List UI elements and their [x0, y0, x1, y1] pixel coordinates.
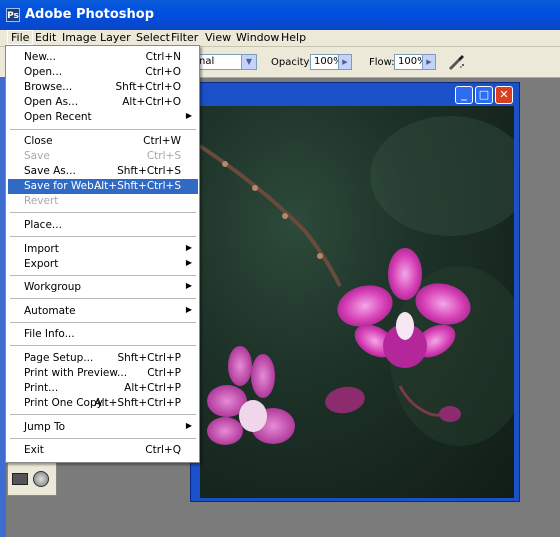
- submenu-arrow-icon: ▶: [185, 421, 192, 430]
- close-button[interactable]: ✕: [495, 86, 513, 104]
- menu-item-page-setup[interactable]: Page Setup... Shft+Ctrl+P: [8, 351, 198, 366]
- submenu-arrow-icon: ▶: [185, 111, 192, 120]
- opacity-field[interactable]: 100% ▶: [310, 54, 352, 70]
- menu-separator: [10, 212, 196, 213]
- menu-item-automate[interactable]: Automate ▶: [8, 304, 198, 319]
- menu-image[interactable]: Image: [59, 31, 99, 44]
- menu-edit[interactable]: Edit: [32, 31, 59, 44]
- menu-window[interactable]: Window: [233, 31, 282, 44]
- menu-layer[interactable]: Layer: [97, 31, 134, 44]
- menu-filter[interactable]: Filter: [168, 31, 201, 44]
- menu-separator: [10, 438, 196, 439]
- menu-item-revert: Revert: [24, 195, 59, 207]
- menu-item-exit[interactable]: Exit Ctrl+Q: [8, 443, 198, 458]
- menu-item-file-info[interactable]: File Info...: [8, 327, 198, 342]
- submenu-arrow-icon: ▶: [185, 305, 192, 314]
- blend-mode-select[interactable]: nal ▼: [195, 54, 257, 70]
- menu-item-new[interactable]: New... Ctrl+N: [8, 50, 198, 65]
- menu-separator: [10, 298, 196, 299]
- menu-separator: [10, 129, 196, 130]
- menu-item-print-one-copy[interactable]: Print One Copy Alt+Shft+Ctrl+P: [8, 396, 198, 411]
- menu-item-jump-to[interactable]: Jump To ▶: [8, 420, 198, 435]
- file-menu-dropdown: New... Ctrl+N Open... Ctrl+O Browse... Shft…: [5, 45, 200, 463]
- toolbox-palette: [7, 458, 57, 496]
- flow-field[interactable]: 100% ▶: [394, 54, 436, 70]
- arrow-right-icon[interactable]: ▶: [422, 55, 435, 69]
- menu-separator: [10, 275, 196, 276]
- menu-item-import[interactable]: Import ▶: [8, 242, 198, 257]
- arrow-right-icon[interactable]: ▶: [338, 55, 351, 69]
- menu-separator: [10, 322, 196, 323]
- menu-select[interactable]: Select: [133, 31, 173, 44]
- menu-item-export[interactable]: Export ▶: [8, 257, 198, 272]
- menu-item-print-with-preview[interactable]: Print with Preview... Ctrl+P: [8, 366, 198, 381]
- opacity-label: Opacity:: [271, 57, 313, 68]
- menu-separator: [10, 345, 196, 346]
- menu-item-place[interactable]: Place...: [8, 218, 198, 233]
- submenu-arrow-icon: ▶: [185, 281, 192, 290]
- submenu-arrow-icon: ▶: [185, 258, 192, 267]
- menu-item-open[interactable]: Open... Ctrl+O: [8, 65, 198, 80]
- chevron-down-icon[interactable]: ▼: [241, 55, 256, 69]
- menu-item-open-as[interactable]: Open As... Alt+Ctrl+O: [8, 95, 198, 110]
- menu-item-workgroup[interactable]: Workgroup ▶: [8, 280, 198, 295]
- menu-item-save-for-web[interactable]: Save for Web... Alt+Shft+Ctrl+S: [8, 179, 198, 194]
- menu-separator: [10, 236, 196, 237]
- app-title: Adobe Photoshop: [25, 7, 155, 22]
- title-bar: Ps Adobe Photoshop: [0, 0, 560, 30]
- menu-item-browse[interactable]: Browse... Shft+Ctrl+O: [8, 80, 198, 95]
- orchid-photo: [200, 116, 514, 446]
- screen-mode-icon[interactable]: [12, 473, 28, 485]
- menu-file[interactable]: File: [6, 30, 34, 45]
- submenu-arrow-icon: ▶: [185, 243, 192, 252]
- menu-view[interactable]: View: [202, 31, 234, 44]
- menu-item-open-recent[interactable]: Open Recent ▶: [8, 110, 198, 125]
- menu-item-save-as[interactable]: Save As... Shft+Ctrl+S: [8, 164, 198, 179]
- menu-item-save: Save Ctrl+S: [24, 150, 181, 162]
- menu-help[interactable]: Help: [278, 31, 309, 44]
- photoshop-app-icon[interactable]: Ps: [6, 8, 20, 22]
- airbrush-icon[interactable]: [446, 53, 466, 71]
- maximize-button[interactable]: □: [475, 86, 493, 104]
- flow-label: Flow:: [369, 57, 395, 68]
- menu-item-print[interactable]: Print... Alt+Ctrl+P: [8, 381, 198, 396]
- menu-separator: [10, 414, 196, 415]
- menu-item-close[interactable]: Close Ctrl+W: [8, 134, 198, 149]
- blend-mode-value: nal: [199, 56, 215, 67]
- jump-to-imageready-icon[interactable]: [33, 471, 49, 487]
- minimize-button[interactable]: _: [455, 86, 473, 104]
- image-canvas[interactable]: [200, 106, 514, 498]
